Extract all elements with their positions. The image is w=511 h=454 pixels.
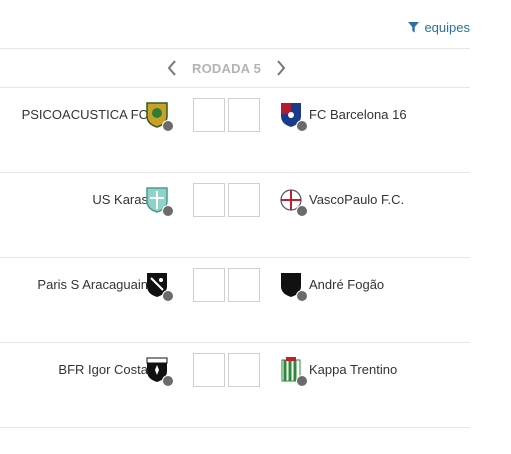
home-team-name[interactable]: BFR Igor Costa	[58, 362, 148, 377]
round-navigation: RODADA 5	[0, 49, 470, 88]
next-round-button[interactable]	[273, 58, 289, 78]
away-team-name[interactable]: Kappa Trentino	[309, 362, 397, 377]
round-label: RODADA 5	[192, 60, 262, 76]
match-row: US Karas VascoPaulo F.C.	[0, 173, 470, 258]
home-team-crest	[146, 357, 174, 387]
away-score-input[interactable]	[228, 183, 260, 217]
home-team-crest	[146, 102, 174, 132]
home-score-input[interactable]	[193, 353, 225, 387]
away-team-name[interactable]: André Fogão	[309, 277, 384, 292]
home-team-crest	[146, 187, 174, 217]
match-row: PSICOACUSTICA FC FC Barcelona 16	[0, 88, 470, 173]
top-bar: equipes	[0, 0, 470, 49]
teams-filter-button[interactable]: equipes	[408, 20, 470, 35]
home-score-input[interactable]	[193, 268, 225, 302]
previous-round-button[interactable]	[164, 58, 180, 78]
home-team-name[interactable]: Paris S Aracaguain	[37, 277, 148, 292]
away-team-crest	[280, 102, 308, 132]
home-team-crest	[146, 272, 174, 302]
filter-icon	[408, 22, 420, 33]
away-team-crest	[280, 187, 308, 217]
home-team-name[interactable]: US Karas	[92, 192, 148, 207]
away-score-input[interactable]	[228, 268, 260, 302]
home-score-input[interactable]	[193, 98, 225, 132]
match-row: Paris S Aracaguain André Fogão	[0, 258, 470, 343]
away-team-name[interactable]: VascoPaulo F.C.	[309, 192, 404, 207]
teams-filter-label: equipes	[424, 20, 470, 35]
away-team-name[interactable]: FC Barcelona 16	[309, 107, 407, 122]
away-team-crest	[280, 272, 308, 302]
away-team-crest	[280, 357, 308, 387]
match-row: BFR Igor Costa Kappa Trentino	[0, 343, 470, 428]
away-score-input[interactable]	[228, 98, 260, 132]
away-score-input[interactable]	[228, 353, 260, 387]
home-score-input[interactable]	[193, 183, 225, 217]
home-team-name[interactable]: PSICOACUSTICA FC	[22, 107, 148, 122]
chevron-right-icon	[277, 60, 286, 76]
chevron-left-icon	[167, 60, 176, 76]
